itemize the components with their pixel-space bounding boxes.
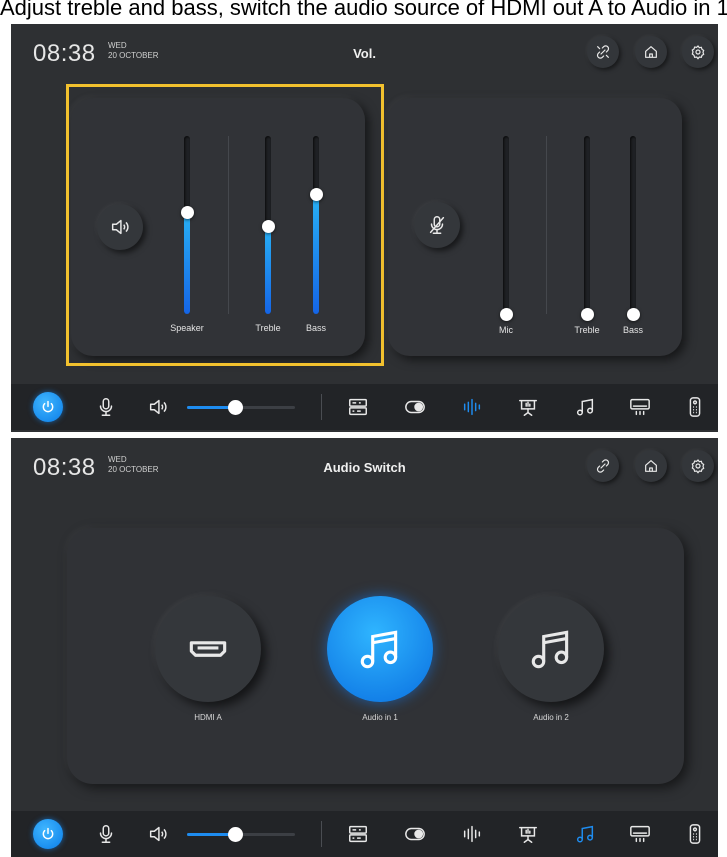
source-audio-in-1-label: Audio in 1 [362,713,398,722]
divider [546,136,547,314]
power-icon [42,400,54,413]
audio-switch-screen: 08:38 WED 20 OCTOBER Audio Switch HDMI A… [11,438,718,857]
source-audio-in-2-button[interactable] [498,596,604,702]
air-conditioner-icon [630,825,650,843]
toggle-button[interactable] [402,821,428,847]
mic-bass-slider[interactable] [626,136,640,321]
mic-bass-slider-label: Bass [622,325,643,335]
projector-icon [519,399,537,416]
power-icon [42,827,54,840]
power-button[interactable] [33,819,63,849]
mic-slider[interactable] [499,136,513,321]
mic-icon [99,398,113,416]
mic-slider-knob[interactable] [499,307,513,321]
mic-treble-slider-knob[interactable] [580,307,594,321]
toggle-icon [405,400,425,414]
bass-slider[interactable] [309,136,323,314]
air-conditioner-button[interactable] [627,394,653,420]
treble-slider[interactable] [261,136,275,314]
bottom-bar [11,384,718,430]
settings-button[interactable] [682,450,714,482]
audio-levels-icon [463,398,481,416]
mic-button[interactable] [93,394,119,420]
unlink-icon [596,459,610,473]
matrix-switcher-button[interactable] [345,821,371,847]
divider [228,136,229,314]
home-button[interactable] [635,36,667,68]
source-hdmi-a-label: HDMI A [194,713,222,722]
task-caption: Adjust treble and bass, switch the audio… [0,0,727,20]
music-icon [576,398,594,416]
speaker-slider-label: Speaker [170,323,204,333]
bass-slider-knob[interactable] [309,188,323,202]
treble-slider-fill [265,226,271,314]
speaker-button[interactable] [145,821,171,847]
matrix-switcher-icon [349,398,367,416]
remote-icon [689,824,701,844]
mic-mute-button[interactable] [414,202,460,248]
volume-slider-knob[interactable] [228,400,244,415]
mic-muted-icon [429,216,445,234]
audio-levels-button[interactable] [459,821,485,847]
volume-slider-knob[interactable] [228,827,244,842]
air-conditioner-icon [630,398,650,416]
unlink-button[interactable] [587,36,619,68]
projector-icon [519,826,537,843]
music-icon [576,825,594,843]
hdmi-icon [189,641,227,657]
audio-levels-button[interactable] [459,394,485,420]
power-button[interactable] [33,392,63,422]
air-conditioner-button[interactable] [627,821,653,847]
music-button[interactable] [572,394,598,420]
toggle-button[interactable] [402,394,428,420]
treble-slider-knob[interactable] [261,220,275,234]
divider [321,821,322,847]
unlink-button[interactable] [587,450,619,482]
mic-icon [99,825,113,843]
remote-button[interactable] [682,394,708,420]
projector-button[interactable] [515,394,541,420]
home-button[interactable] [635,450,667,482]
speaker-slider-knob[interactable] [180,206,194,220]
mic-treble-slider[interactable] [580,136,594,321]
music-note-icon [360,630,398,669]
audio-levels-icon [463,825,481,843]
music-button[interactable] [572,821,598,847]
speaker-icon [111,219,129,235]
settings-button[interactable] [682,36,714,68]
unlink-icon [596,45,610,59]
speaker-slider-fill [184,212,190,314]
speaker-toggle-button[interactable] [97,204,143,250]
music-note-icon [531,630,569,669]
remote-icon [689,397,701,417]
volume-slider[interactable] [187,827,295,842]
home-icon [645,46,657,58]
source-hdmi-a-button[interactable] [155,596,261,702]
gear-icon [691,459,705,474]
volume-screen: 08:38 WED 20 OCTOBER Vol. Speaker Treble… [11,24,718,432]
matrix-switcher-icon [349,825,367,843]
projector-button[interactable] [515,821,541,847]
mic-bass-slider-knob[interactable] [626,307,640,321]
volume-slider[interactable] [187,400,295,415]
home-icon [645,460,657,472]
toggle-icon [405,827,425,841]
speaker-slider[interactable] [180,136,194,314]
bass-slider-label: Bass [305,323,326,333]
gear-icon [691,45,705,60]
source-audio-in-1-button[interactable] [327,596,433,702]
speaker-icon [149,399,167,415]
bass-slider-fill [313,194,319,314]
bottom-bar [11,811,718,857]
speaker-button[interactable] [145,394,171,420]
remote-button[interactable] [682,821,708,847]
source-audio-in-2-label: Audio in 2 [533,713,569,722]
speaker-icon [149,826,167,842]
mic-button[interactable] [93,821,119,847]
mic-slider-label: Mic [499,325,513,335]
divider [321,394,322,420]
matrix-switcher-button[interactable] [345,394,371,420]
